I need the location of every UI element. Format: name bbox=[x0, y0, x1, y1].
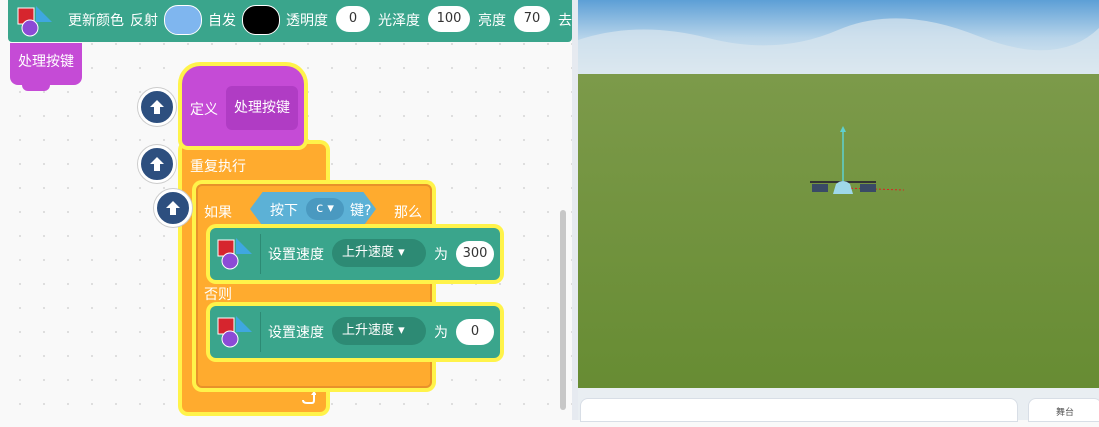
speed-type-dropdown[interactable]: 上升速度 ▾ bbox=[332, 317, 426, 345]
define-name: 处理按键 bbox=[226, 86, 298, 130]
repeat-label: 重复执行 bbox=[190, 159, 246, 175]
stage-tab[interactable]: 舞台 bbox=[1028, 398, 1099, 422]
opacity-input[interactable]: 0 bbox=[336, 6, 370, 32]
vertical-scrollbar[interactable] bbox=[560, 210, 566, 410]
to-label: 为 bbox=[434, 247, 448, 263]
collapse-up-button[interactable] bbox=[138, 145, 176, 183]
set-speed-label: 设置速度 bbox=[268, 325, 324, 341]
sprite-info-panel[interactable] bbox=[580, 398, 1018, 422]
key-pressed-prefix: 按下 bbox=[270, 203, 298, 219]
collapse-up-button[interactable] bbox=[154, 189, 192, 227]
else-label: 否则 bbox=[204, 287, 232, 303]
handle-keys-label: 处理按键 bbox=[18, 54, 74, 70]
block-notch bbox=[22, 83, 50, 91]
arrow-up-icon bbox=[166, 201, 180, 215]
speed-type-dropdown[interactable]: 上升速度 ▾ bbox=[332, 239, 426, 267]
speed-value-input[interactable]: 0 bbox=[456, 319, 494, 345]
trailing-label: 去 bbox=[558, 13, 572, 29]
set-speed-label: 设置速度 bbox=[268, 247, 324, 263]
chevron-down-icon: ▾ bbox=[327, 201, 334, 216]
3d-extension-icon bbox=[217, 316, 252, 348]
gloss-label: 光泽度 bbox=[378, 13, 420, 29]
emissive-label: 自发 bbox=[208, 13, 236, 29]
key-pressed-suffix: 键? bbox=[350, 203, 372, 219]
then-label: 那么 bbox=[394, 205, 422, 221]
stage-3d-view[interactable] bbox=[578, 0, 1099, 388]
brightness-input[interactable]: 70 bbox=[514, 6, 550, 32]
speed-type-value: 上升速度 bbox=[342, 245, 395, 260]
3d-extension-icon bbox=[17, 6, 52, 37]
code-area[interactable]: 更新颜色 反射 自发 透明度 0 光泽度 100 亮度 70 去 处理按键 重复… bbox=[0, 0, 572, 420]
collapse-up-button[interactable] bbox=[138, 88, 176, 126]
define-label: 定义 bbox=[190, 102, 218, 118]
chevron-down-icon: ▾ bbox=[398, 323, 405, 338]
stage-tab-label: 舞台 bbox=[1055, 408, 1074, 418]
ground bbox=[578, 74, 1099, 388]
gloss-input[interactable]: 100 bbox=[428, 6, 470, 32]
block-separator bbox=[260, 312, 261, 352]
emissive-color-swatch[interactable] bbox=[242, 5, 280, 35]
if-label: 如果 bbox=[204, 205, 232, 221]
to-label: 为 bbox=[434, 325, 448, 341]
handle-keys-call-block[interactable]: 处理按键 bbox=[10, 43, 82, 91]
update-color-block[interactable]: 更新颜色 反射 自发 透明度 0 光泽度 100 亮度 70 去 bbox=[8, 0, 572, 42]
define-block[interactable]: 定义 处理按键 bbox=[182, 66, 304, 146]
loop-arrow-icon bbox=[302, 391, 316, 404]
opacity-label: 透明度 bbox=[286, 13, 328, 29]
reflect-color-swatch[interactable] bbox=[164, 5, 202, 35]
set-speed-block-2[interactable]: 设置速度 上升速度 ▾ 为 0 bbox=[210, 306, 500, 358]
arrow-up-icon bbox=[150, 157, 164, 171]
key-value: c bbox=[316, 201, 324, 216]
set-speed-block-1[interactable]: 设置速度 上升速度 ▾ 为 300 bbox=[210, 228, 500, 280]
block-separator bbox=[260, 234, 261, 274]
update-color-label: 更新颜色 bbox=[68, 13, 124, 29]
brightness-label: 亮度 bbox=[478, 13, 506, 29]
3d-extension-icon bbox=[217, 238, 252, 270]
key-dropdown[interactable]: c ▾ bbox=[306, 198, 344, 220]
key-pressed-condition[interactable]: 按下 c ▾ 键? bbox=[250, 192, 376, 226]
stage-scene bbox=[578, 0, 1099, 388]
chevron-down-icon: ▾ bbox=[398, 245, 405, 260]
speed-type-value: 上升速度 bbox=[342, 323, 395, 338]
reflect-label: 反射 bbox=[130, 13, 158, 29]
speed-value-input[interactable]: 300 bbox=[456, 241, 494, 267]
arrow-up-icon bbox=[150, 100, 164, 114]
